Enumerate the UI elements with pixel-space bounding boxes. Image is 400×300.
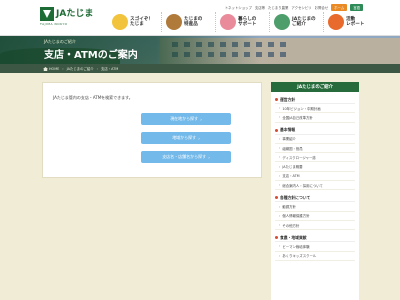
sidebar-group: 食農・地域貢献 › ビーマン栽培体験 › あくりキッズスクール <box>271 234 359 261</box>
chevron-right-icon: › <box>279 244 281 249</box>
sidebar-link[interactable]: › 勧誘方針 <box>275 202 355 212</box>
nav-label: たじまの 特産品 <box>184 16 203 28</box>
nav-item-support[interactable]: 暮らしの サポート <box>220 12 270 32</box>
bullet-icon <box>275 98 278 101</box>
chevron-right-icon: › <box>200 116 202 122</box>
site-header: JAたじま TAJIMA NOKYO トネットショップ 支店等 たじまり農業 ア… <box>0 0 400 36</box>
hero-banner: JAたじまのご紹介 支店・ATMのご案内 <box>0 36 400 64</box>
sidebar-link[interactable]: › あくりキッズスクール <box>275 252 355 261</box>
sidebar-link[interactable]: › 全国JA自己改革方針 <box>275 113 355 123</box>
nav-item-about[interactable]: JAたじまの ご紹介 <box>274 12 324 32</box>
chevron-right-icon: › <box>279 115 281 120</box>
logo-text: JAたじま <box>56 9 94 19</box>
bullet-icon <box>275 196 278 200</box>
smile-icon <box>112 14 128 30</box>
hero-subtitle: JAたじまのご紹介 <box>44 39 76 44</box>
chevron-right-icon: › <box>279 164 281 169</box>
home-icon <box>43 66 48 71</box>
bullet-icon <box>275 236 278 240</box>
chevron-right-icon: › <box>279 155 281 160</box>
logo-subtitle: TAJIMA NOKYO <box>40 22 68 26</box>
sidebar-group: 基本情報 › 事業紹介 › 組織図・役員 › ディスクロージャー誌 › JAたじま概要 … <box>271 127 359 191</box>
bullet-icon <box>275 128 278 132</box>
sidebar-title: JAたじまのご紹介 <box>271 82 359 92</box>
chevron-right-icon: › <box>279 183 281 188</box>
chevron-right-icon: › <box>279 136 281 141</box>
breadcrumb-separator: › <box>96 66 99 71</box>
global-nav: スゴイぞ！ たじま たじまの 特産品 暮らしの サポート JAたじまの ご紹介 … <box>112 12 378 32</box>
ja-tajima-logo[interactable]: JAたじま <box>40 7 93 21</box>
nav-item-sugoi[interactable]: スゴイぞ！ たじま <box>112 12 162 32</box>
sidebar-link[interactable]: › ビーマン栽培体験 <box>275 242 355 252</box>
sidebar-link[interactable]: › 個人情報保護方針 <box>275 212 355 221</box>
sidebar-group: 各種方針について › 勧誘方針 › 個人情報保護方針 › その他方針 <box>271 194 359 231</box>
sidebar-link[interactable]: › 総合案内人・採用について <box>275 181 355 191</box>
breadcrumb: HOME › JAたじまのご紹介 › 支店・ATM <box>0 64 400 73</box>
chevron-right-icon: › <box>279 204 281 209</box>
chevron-right-icon: › <box>279 223 281 228</box>
button-label: 地域から探す <box>172 135 197 140</box>
sidebar-link[interactable]: › 10年ビジョン・中期計画 <box>275 104 355 114</box>
cow-icon <box>166 14 182 30</box>
nav-label: 暮らしの サポート <box>238 16 257 28</box>
util-link[interactable]: お問合せ <box>315 5 329 10</box>
language-button[interactable]: 言語 <box>350 4 363 11</box>
ja-logo-icon <box>40 7 54 21</box>
chevron-right-icon: › <box>279 146 281 151</box>
search-by-location-button[interactable]: 現在地から探す › <box>141 113 231 125</box>
search-by-region-button[interactable]: 地域から探す › <box>141 132 231 144</box>
sidebar-category: 食農・地域貢献 <box>275 234 355 243</box>
home-button[interactable]: ホーム <box>331 4 348 11</box>
breadcrumb-home[interactable]: HOME <box>43 66 60 71</box>
search-by-name-button[interactable]: 支店名・店舗名から探す › <box>141 151 231 163</box>
person-icon <box>274 14 290 30</box>
house-icon <box>220 14 236 30</box>
util-link[interactable]: トネットショップ <box>225 5 252 10</box>
sidebar-category: 各種方針について <box>275 194 355 203</box>
chevron-right-icon: › <box>279 213 281 218</box>
sidebar-link[interactable]: › ディスクロージャー誌 <box>275 153 355 163</box>
chevron-right-icon: › <box>279 173 281 178</box>
utility-links: トネットショップ 支店等 たじまり農業 アクセシビリ お問合せ ホーム 言語 <box>225 4 363 11</box>
sidebar-link[interactable]: › JAたじま概要 <box>275 162 355 172</box>
button-label: 現在地から探す <box>170 116 199 121</box>
sidebar-group: 運営方針 › 10年ビジョン・中期計画 › 全国JA自己改革方針 <box>271 96 359 123</box>
report-icon <box>328 14 344 30</box>
nav-label: JAたじまの ご紹介 <box>292 16 316 28</box>
breadcrumb-separator: › <box>62 66 64 71</box>
chevron-right-icon: › <box>279 253 281 258</box>
page-title: 支店・ATMのご案内 <box>44 50 138 61</box>
util-link[interactable]: アクセシビリ <box>291 5 311 10</box>
nav-item-products[interactable]: たじまの 特産品 <box>166 12 216 32</box>
branch-search-panel: JAたじま管内の支店・ATMを検索できます。 現在地から探す › 地域から探す › … <box>42 82 262 178</box>
sidebar-nav: JAたじまのご紹介 運営方針 › 10年ビジョン・中期計画 › 全国JA自己改革方針… <box>271 82 359 300</box>
sidebar-link[interactable]: › その他方針 <box>275 221 355 231</box>
breadcrumb-label: HOME <box>49 66 60 71</box>
sidebar-link[interactable]: › 事業紹介 <box>275 135 355 144</box>
chevron-right-icon: › <box>198 135 200 141</box>
breadcrumb-item[interactable]: JAたじまのご紹介 <box>67 66 94 71</box>
sidebar-link-current[interactable]: › 支店・ATM <box>275 172 355 182</box>
sidebar-link[interactable]: › 組織図・役員 <box>275 144 355 154</box>
sidebar-category: 運営方針 <box>275 96 355 104</box>
chevron-right-icon: › <box>208 154 210 160</box>
nav-label: スゴイぞ！ たじま <box>130 16 153 28</box>
intro-text: JAたじま管内の支店・ATMを検索できます。 <box>53 95 133 100</box>
util-link[interactable]: たじまり農業 <box>268 5 288 10</box>
sidebar-category: 基本情報 <box>275 127 355 135</box>
util-link[interactable]: 支店等 <box>255 5 265 10</box>
chevron-right-icon: › <box>279 106 281 111</box>
nav-item-report[interactable]: 活動 レポート <box>328 12 378 32</box>
button-label: 支店名・店舗名から探す <box>162 154 207 159</box>
nav-label: 活動 レポート <box>346 16 365 28</box>
breadcrumb-current: 支店・ATM <box>101 67 119 71</box>
